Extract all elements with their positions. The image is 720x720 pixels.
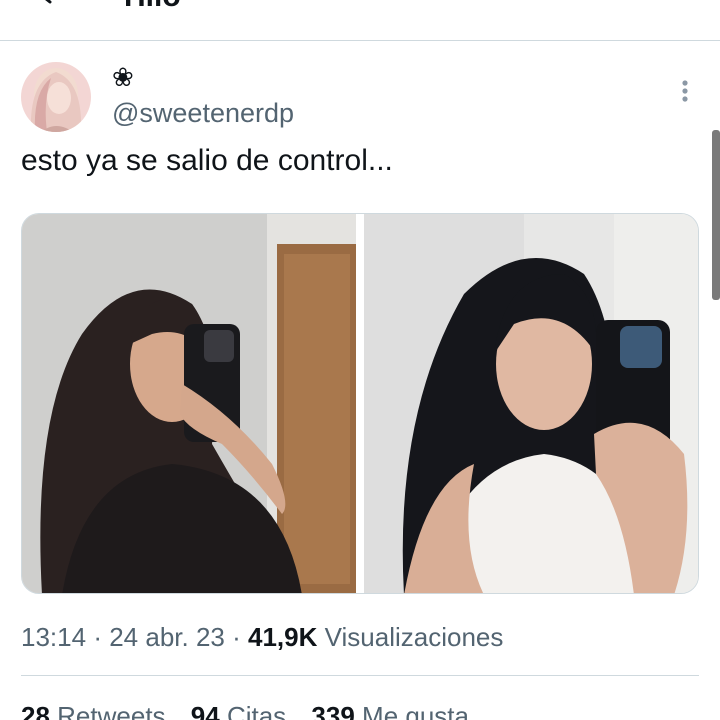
likes-link[interactable]: 339 Me gusta: [311, 701, 469, 720]
photo-1[interactable]: [22, 214, 356, 593]
quotes-link[interactable]: 94 Citas: [191, 701, 286, 720]
page-title: Hilo: [124, 0, 181, 12]
scrollbar[interactable]: [712, 130, 720, 300]
tweet-date[interactable]: 24 abr. 23: [109, 622, 225, 652]
separator: ·: [232, 622, 241, 652]
more-vertical-icon: [682, 80, 688, 102]
retweets-link[interactable]: 28 Retweets: [21, 701, 166, 720]
quotes-count: 94: [190, 701, 220, 720]
more-options-button[interactable]: [670, 72, 700, 110]
arrow-left-icon[interactable]: [30, 0, 60, 8]
photo-2[interactable]: [364, 214, 698, 593]
views-count: 41,9K: [248, 622, 318, 652]
tweet-stats: 28 Retweets 94 Citas 339 Me gusta: [21, 700, 469, 720]
divider: [21, 675, 699, 676]
quotes-label: Citas: [226, 701, 287, 720]
likes-label: Me gusta: [362, 701, 469, 720]
top-bar: Hilo: [0, 0, 720, 41]
retweets-label: Retweets: [57, 701, 166, 720]
media-grid: [21, 213, 699, 594]
display-name[interactable]: ❀: [112, 64, 134, 92]
views-label: Visualizaciones: [324, 622, 504, 652]
retweets-count: 28: [21, 701, 50, 720]
likes-count: 339: [311, 701, 355, 720]
tweet-text: esto ya se salio de control...: [21, 144, 393, 177]
user-handle[interactable]: @sweetenerdp: [112, 97, 294, 129]
tweet-time[interactable]: 13:14: [21, 622, 86, 652]
separator: ·: [93, 622, 102, 652]
tweet-meta: 13:14 · 24 abr. 23 · 41,9K Visualizacion…: [21, 620, 503, 654]
avatar[interactable]: [21, 62, 91, 132]
